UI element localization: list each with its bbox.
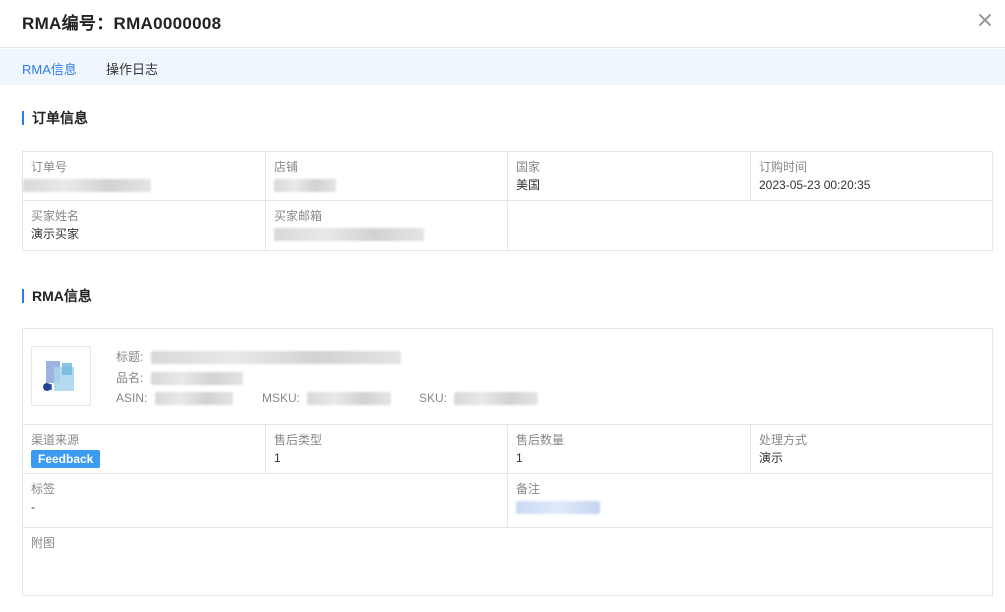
rma-info-table: 标题: 品名: ASIN: MSKU: SKU: 渠道来源 Feedback 售… — [22, 328, 993, 596]
buyer-email-label: 买家邮箱 — [274, 209, 323, 223]
tag-cell: 标签 - — [23, 474, 508, 528]
handling-label: 处理方式 — [759, 433, 808, 447]
channel-cell: 渠道来源 Feedback — [23, 425, 266, 474]
close-icon[interactable] — [975, 10, 995, 30]
order-no-value — [23, 176, 257, 194]
aftersale-qty-cell: 售后数量 1 — [508, 425, 751, 474]
product-name-value — [150, 372, 243, 386]
handling-value: 演示 — [759, 451, 784, 465]
sku-line: SKU: — [419, 390, 539, 406]
product-row: 标题: 品名: ASIN: MSKU: SKU: — [23, 329, 992, 425]
aftersale-qty-value: 1 — [516, 451, 523, 465]
store-cell: 店铺 — [266, 152, 508, 201]
buyer-email-value — [274, 225, 499, 243]
attachment-cell: 附图 — [23, 528, 992, 595]
tab-bar: RMA信息 操作日志 — [0, 49, 1005, 85]
tab-rma-info[interactable]: RMA信息 — [22, 59, 77, 78]
country-value: 美国 — [516, 178, 541, 192]
msku-value — [307, 392, 392, 406]
handling-cell: 处理方式 演示 — [751, 425, 992, 474]
aftersale-qty-label: 售后数量 — [516, 433, 565, 447]
channel-label: 渠道来源 — [31, 433, 80, 447]
product-name-line: 品名: — [116, 370, 243, 386]
order-section-title: 订单信息 — [22, 111, 88, 125]
attachment-label: 附图 — [31, 536, 56, 550]
msku-label: MSKU: — [262, 391, 301, 405]
country-label: 国家 — [516, 160, 541, 174]
product-image[interactable] — [31, 346, 91, 406]
asin-value — [154, 392, 233, 406]
store-value — [274, 176, 499, 194]
order-no-label: 订单号 — [31, 160, 68, 174]
asin-label: ASIN: — [116, 391, 148, 405]
modal-title: RMA编号：RMA0000008 — [22, 14, 222, 33]
empty-cell — [508, 201, 992, 250]
buyer-name-cell: 买家姓名 演示买家 — [23, 201, 266, 250]
order-time-value: 2023-05-23 00:20:35 — [759, 178, 871, 192]
aftersale-type-cell: 售后类型 1 — [266, 425, 508, 474]
asin-line: ASIN: — [116, 390, 233, 406]
order-info-table: 订单号 店铺 国家 美国 订购时间 2023-05-23 00:20:35 买家… — [22, 151, 993, 251]
product-name-label: 品名: — [116, 371, 144, 385]
country-cell: 国家 美国 — [508, 152, 751, 201]
remark-cell: 备注 — [508, 474, 992, 528]
store-label: 店铺 — [274, 160, 299, 174]
sku-value — [454, 392, 539, 406]
tab-operation-log[interactable]: 操作日志 — [106, 59, 158, 78]
product-title-line: 标题: — [116, 349, 401, 365]
order-time-cell: 订购时间 2023-05-23 00:20:35 — [751, 152, 992, 201]
modal-header: RMA编号：RMA0000008 — [0, 0, 1005, 48]
rma-section-title: RMA信息 — [22, 289, 92, 303]
tag-value: - — [31, 500, 35, 514]
aftersale-type-label: 售后类型 — [274, 433, 323, 447]
tag-label: 标签 — [31, 482, 56, 496]
aftersale-type-value: 1 — [274, 451, 281, 465]
order-no-cell: 订单号 — [23, 152, 266, 201]
product-title-value — [150, 351, 401, 365]
buyer-email-cell: 买家邮箱 — [266, 201, 508, 250]
order-time-label: 订购时间 — [759, 160, 808, 174]
msku-line: MSKU: — [262, 390, 392, 406]
buyer-name-label: 买家姓名 — [31, 209, 80, 223]
remark-value — [516, 498, 984, 516]
buyer-name-value: 演示买家 — [31, 227, 80, 241]
product-title-label: 标题: — [116, 350, 144, 364]
remark-label: 备注 — [516, 482, 541, 496]
sku-label: SKU: — [419, 391, 448, 405]
channel-badge: Feedback — [31, 450, 101, 468]
